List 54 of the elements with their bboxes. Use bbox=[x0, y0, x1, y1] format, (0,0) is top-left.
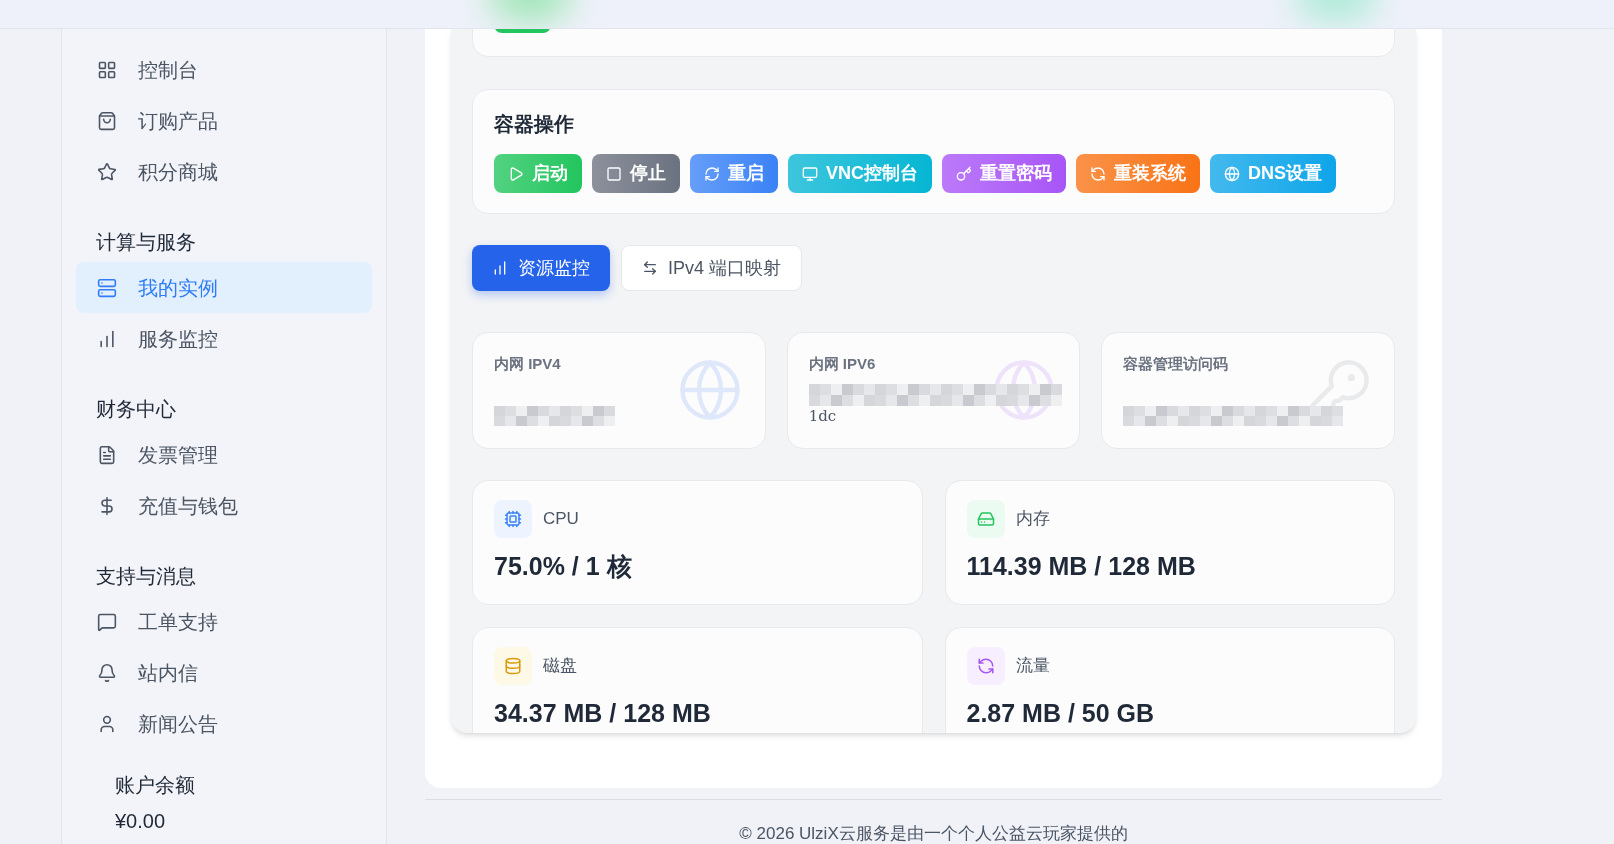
sidebar-item[interactable]: 充值与钱包 bbox=[76, 480, 372, 531]
stat-label: 磁盘 bbox=[543, 655, 577, 678]
sync-icon bbox=[966, 647, 1005, 685]
tab[interactable]: 资源监控 bbox=[472, 245, 610, 291]
sidebar-item[interactable]: 服务监控 bbox=[76, 313, 372, 364]
section-title: 支持与消息 bbox=[95, 564, 197, 588]
shopping-bag-icon bbox=[97, 110, 117, 131]
stat-label: 内存 bbox=[1015, 508, 1050, 531]
stat-value: 2.87 MB / 50 GB bbox=[966, 699, 1155, 727]
refresh-icon bbox=[704, 165, 720, 182]
square-icon bbox=[606, 165, 622, 182]
stop-button[interactable]: 停止 bbox=[592, 154, 680, 193]
info-label: 内网 IPV6 bbox=[808, 354, 876, 374]
section-title: 计算与服务 bbox=[95, 230, 197, 254]
server-icon bbox=[97, 277, 117, 298]
card-title: 容器操作 bbox=[494, 112, 574, 136]
grid-icon bbox=[97, 59, 117, 80]
sidebar-item[interactable]: 积分商城 bbox=[76, 146, 372, 197]
sidebar-item[interactable]: 工单支持 bbox=[76, 596, 372, 647]
balance-value: ¥0.00 bbox=[115, 809, 166, 833]
bar-chart-icon bbox=[97, 328, 117, 349]
section-title: 财务中心 bbox=[95, 397, 177, 421]
ip-address-text: 1dc bbox=[808, 406, 837, 426]
reset-password-button[interactable]: 重置密码 bbox=[942, 154, 1066, 193]
stat-value: 34.37 MB / 128 MB bbox=[494, 699, 711, 727]
sidebar-item[interactable]: 站内信 bbox=[76, 647, 372, 698]
sidebar-item[interactable]: 控制台 bbox=[76, 44, 372, 95]
stat-value: 75.0% / 1 核 bbox=[494, 552, 632, 580]
swap-arrows-icon bbox=[642, 260, 658, 276]
stat-value: 114.39 MB / 128 MB bbox=[966, 552, 1196, 580]
chat-bubble-icon bbox=[97, 611, 117, 632]
memory-icon bbox=[966, 500, 1005, 538]
footer-text: © 2026 UlziX云服务是由一个个人公益云玩家提供的 bbox=[739, 824, 1128, 844]
document-icon bbox=[97, 444, 117, 465]
balance-label: 账户余额 bbox=[115, 773, 195, 797]
cpu-icon bbox=[494, 500, 532, 538]
sidebar-item[interactable]: 发票管理 bbox=[76, 429, 372, 480]
info-label: 容器管理访问码 bbox=[1123, 354, 1229, 374]
stat-label: 流量 bbox=[1015, 655, 1050, 678]
info-label: 内网 IPV4 bbox=[494, 354, 561, 374]
refresh-icon bbox=[1090, 165, 1106, 182]
monitor-icon bbox=[802, 165, 818, 182]
database-icon bbox=[494, 647, 532, 685]
tab[interactable]: IPv4 端口映射 bbox=[621, 245, 803, 291]
key-icon bbox=[956, 165, 972, 182]
play-icon bbox=[508, 165, 524, 182]
star-icon bbox=[97, 161, 117, 182]
sidebar-item[interactable]: 新闻公告 bbox=[76, 698, 372, 749]
user-icon bbox=[97, 713, 117, 734]
bell-icon bbox=[97, 662, 117, 683]
globe-icon bbox=[1224, 165, 1240, 182]
bar-chart-icon bbox=[492, 260, 508, 276]
sidebar-item[interactable]: 订购产品 bbox=[76, 95, 372, 146]
stat-label: CPU bbox=[543, 508, 579, 531]
